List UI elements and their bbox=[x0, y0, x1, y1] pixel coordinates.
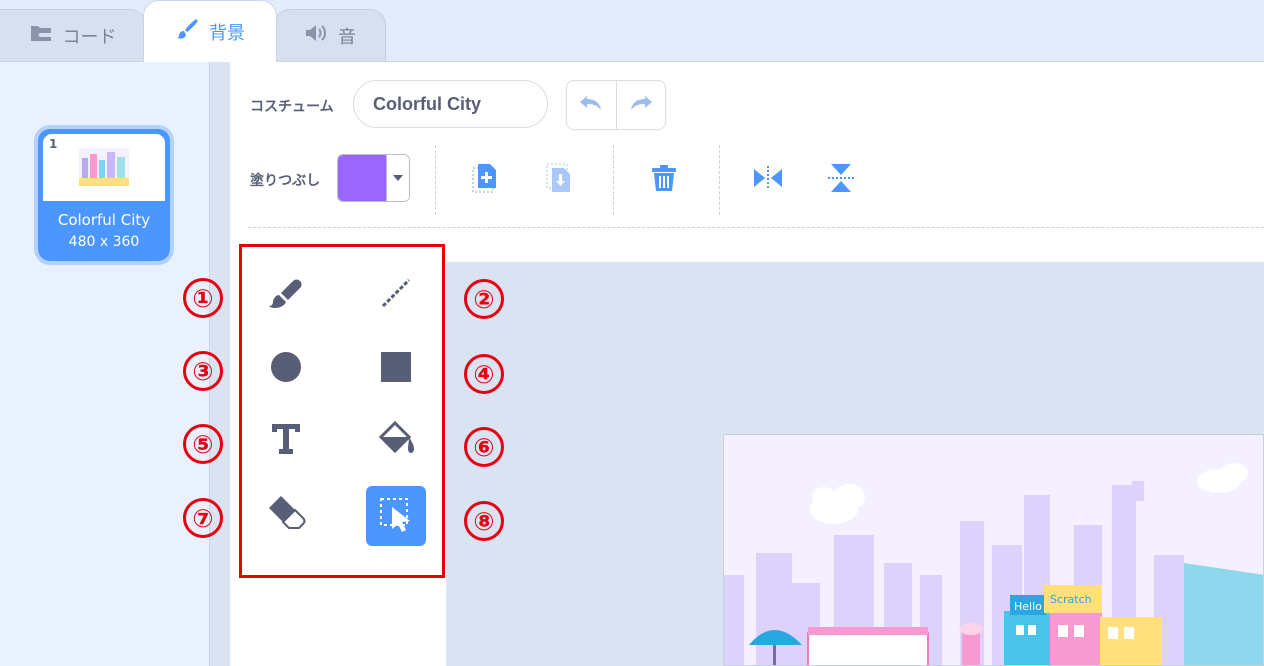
undo-button[interactable] bbox=[567, 81, 617, 129]
annotation-number-1: ① bbox=[183, 278, 223, 318]
toolbar-divider bbox=[435, 145, 436, 215]
annotation-number-2: ② bbox=[464, 279, 504, 319]
costume-list: 1 Colorful City 480 x 360 bbox=[0, 62, 209, 666]
paintbrush-icon bbox=[175, 17, 199, 46]
flip-horizontal-icon bbox=[752, 165, 784, 195]
rectangle-tool[interactable] bbox=[366, 339, 426, 399]
annotation-number-6: ⑥ bbox=[464, 427, 504, 467]
tab-code[interactable]: コード bbox=[0, 9, 146, 61]
line-icon bbox=[379, 276, 413, 314]
toolbar-divider bbox=[613, 145, 614, 215]
editor-tabs: コード 背景 音 bbox=[0, 0, 1264, 62]
text-tool[interactable] bbox=[256, 411, 316, 471]
toolbar-separator bbox=[248, 227, 1264, 228]
annotation-number-5: ⑤ bbox=[183, 424, 223, 464]
paste-plus-icon bbox=[472, 163, 500, 197]
speaker-icon bbox=[304, 23, 328, 48]
eraser-tool[interactable] bbox=[256, 485, 316, 545]
fill-color-picker[interactable] bbox=[337, 154, 410, 202]
fill-tool[interactable] bbox=[366, 411, 426, 471]
costume-thumbnail-frame: 1 bbox=[43, 134, 165, 201]
costume-number: 1 bbox=[49, 137, 58, 151]
toolbar-divider bbox=[719, 145, 720, 215]
delete-button[interactable] bbox=[646, 162, 682, 198]
annotation-number-4: ④ bbox=[464, 354, 504, 394]
svg-text:Hello: Hello bbox=[1014, 600, 1042, 613]
costume-name-input[interactable] bbox=[353, 80, 548, 128]
redo-button[interactable] bbox=[617, 81, 666, 129]
trash-icon bbox=[651, 164, 677, 196]
costume-label: コスチューム bbox=[250, 99, 334, 115]
flip-vertical-button[interactable] bbox=[823, 162, 859, 198]
line-tool[interactable] bbox=[366, 265, 426, 325]
annotation-number-8: ⑧ bbox=[464, 501, 504, 541]
select-cursor-icon bbox=[377, 495, 415, 537]
copy-down-icon bbox=[546, 163, 574, 197]
colorful-city-drawing: Hello Scratch bbox=[724, 435, 1263, 665]
undo-redo-group bbox=[566, 80, 666, 130]
fill-color-swatch bbox=[338, 155, 386, 201]
tab-backdrop[interactable]: 背景 bbox=[143, 0, 277, 62]
tab-backdrop-label: 背景 bbox=[209, 22, 245, 44]
drawing-canvas[interactable]: Hello Scratch bbox=[723, 434, 1264, 666]
tab-sound[interactable]: 音 bbox=[274, 9, 386, 61]
tab-sound-label: 音 bbox=[338, 26, 356, 48]
costume-size: 480 x 360 bbox=[68, 234, 140, 250]
eraser-icon bbox=[265, 496, 307, 534]
undo-icon bbox=[578, 93, 604, 117]
flip-horizontal-button[interactable] bbox=[750, 162, 786, 198]
chevron-down-icon bbox=[386, 155, 409, 201]
tab-code-label: コード bbox=[62, 26, 117, 48]
rectangle-icon bbox=[380, 351, 412, 387]
costume-name: Colorful City bbox=[57, 211, 151, 229]
circle-tool[interactable] bbox=[256, 339, 316, 399]
costume-item[interactable]: 1 Colorful City 480 x 360 bbox=[38, 129, 170, 261]
brush-tool[interactable] bbox=[256, 265, 316, 325]
copy-button[interactable] bbox=[542, 162, 578, 198]
flip-vertical-icon bbox=[827, 162, 855, 198]
annotation-number-3: ③ bbox=[183, 351, 223, 391]
paint-bucket-icon bbox=[375, 420, 417, 461]
circle-icon bbox=[269, 350, 303, 388]
fill-label: 塗りつぶし bbox=[250, 173, 321, 189]
paste-button[interactable] bbox=[468, 162, 504, 198]
select-tool[interactable] bbox=[366, 486, 426, 546]
brush-icon bbox=[267, 277, 305, 313]
svg-text:Scratch: Scratch bbox=[1050, 593, 1092, 606]
annotation-number-7: ⑦ bbox=[183, 498, 223, 538]
costume-thumbnail-image bbox=[79, 148, 129, 186]
text-icon bbox=[271, 423, 301, 459]
redo-icon bbox=[628, 93, 654, 117]
code-blocks-icon bbox=[29, 24, 53, 47]
